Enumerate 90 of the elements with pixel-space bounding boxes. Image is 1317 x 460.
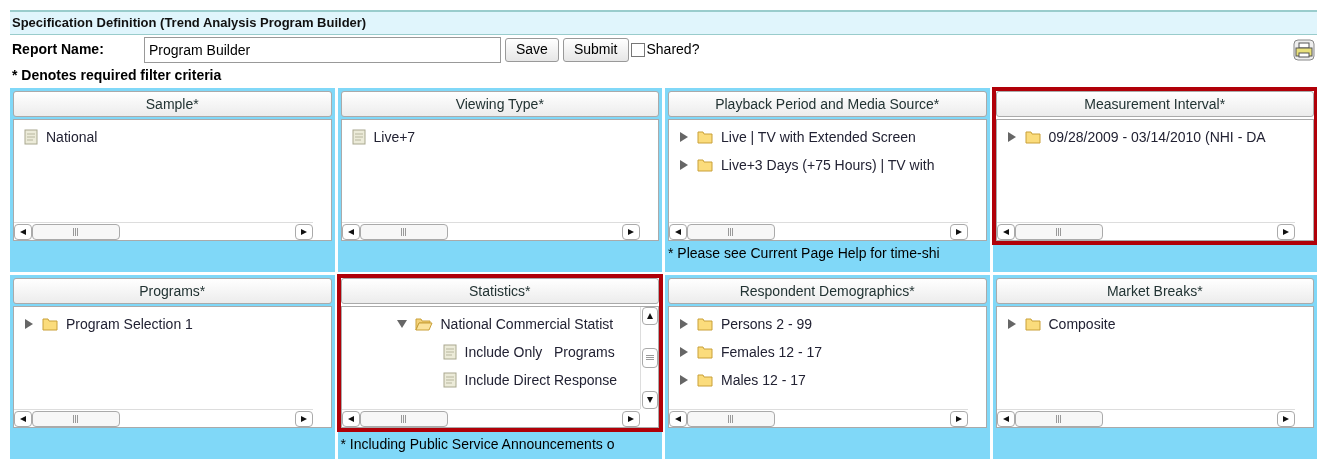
horizontal-scrollbar[interactable] [669,222,968,240]
collapsed-arrow-icon[interactable] [679,319,689,329]
collapsed-arrow-icon[interactable] [1006,132,1017,142]
tree-item[interactable]: Composite [1048,313,1116,335]
checkbox-label: Shared? [646,40,700,59]
panel-header[interactable]: Viewing Type* [340,91,659,117]
panel-note: * Including Public Service Announcements o [340,435,616,454]
grip-icon [399,414,408,423]
horizontal-scrollbar[interactable] [996,409,1295,427]
left-arrow-icon [675,415,681,422]
up-arrow-icon [646,313,653,319]
vertical-scrollbar[interactable] [640,307,658,409]
left-arrow-icon [20,415,26,422]
tree-item[interactable]: Include Direct Response [464,369,618,391]
collapsed-arrow-icon[interactable] [679,160,689,170]
collapsed-arrow-icon[interactable] [1006,319,1017,329]
left-arrow-icon [1002,228,1009,235]
panel-header[interactable]: Sample* [13,91,332,117]
action-button[interactable]: Save [505,37,559,62]
grip-icon [727,414,735,423]
document-icon [24,129,38,145]
folder-icon [697,373,713,387]
right-arrow-icon [628,228,634,235]
tree-item[interactable]: National Commercial Statist [440,313,614,335]
grip-icon [727,227,735,236]
action-button[interactable]: Submit [562,37,629,62]
horizontal-scrollbar[interactable] [341,222,640,240]
right-arrow-icon [628,415,634,422]
tree-item[interactable]: Males 12 - 17 [721,369,806,391]
field-label: Report Name: [12,40,105,59]
required-note: * Denotes required filter criteria [12,65,222,85]
horizontal-scrollbar[interactable] [996,222,1295,240]
folder-icon [697,130,713,144]
collapsed-arrow-icon[interactable] [679,132,689,142]
panel-header[interactable]: Respondent Demographics* [668,278,987,304]
tree-item[interactable]: Include Only Programs [464,341,615,363]
folder-icon [42,317,58,331]
panel-header[interactable]: Programs* [13,278,332,304]
tree-item[interactable]: 09/28/2009 - 03/14/2010 (NHI - DA [1048,126,1266,148]
panel-header[interactable]: Market Breaks* [995,278,1314,304]
horizontal-scrollbar[interactable] [14,409,313,427]
right-arrow-icon [300,415,307,422]
tree-item[interactable]: National [46,126,98,148]
folder-icon [697,345,713,359]
left-arrow-icon [347,415,354,422]
tree-item[interactable]: Program Selection 1 [66,313,193,335]
down-arrow-icon [646,397,653,403]
tree-item[interactable]: Live+7 [373,126,416,148]
open-folder-icon [414,317,433,331]
collapsed-arrow-icon[interactable] [679,347,689,357]
left-arrow-icon [675,228,681,235]
document-icon [442,344,457,360]
document-icon [442,372,457,388]
grip-icon [72,414,80,423]
collapsed-arrow-icon[interactable] [24,319,34,329]
horizontal-scrollbar[interactable] [341,409,640,427]
tree-item[interactable]: Females 12 - 17 [721,341,823,363]
grip-icon [1054,414,1063,423]
grip-icon [1054,227,1063,236]
report-name-field[interactable]: Program Builder [144,36,501,63]
right-arrow-icon [1283,415,1289,422]
expanded-arrow-icon[interactable] [396,319,407,329]
panel-note: * Please see Current Page Help for time-shi [668,244,941,263]
grip-icon [72,227,80,236]
printer-icon[interactable] [1293,38,1315,61]
horizontal-scrollbar[interactable] [14,222,313,240]
panel-header[interactable]: Measurement Interval* [995,91,1314,117]
folder-icon [697,317,713,331]
tree-item[interactable]: Live+3 Days (+75 Hours) | TV with [721,154,935,176]
horizontal-scrollbar[interactable] [669,409,968,427]
grip-icon [399,227,408,236]
collapsed-arrow-icon[interactable] [679,375,689,385]
document-icon [351,129,366,145]
tree-item[interactable]: Live | TV with Extended Screen [721,126,916,148]
right-arrow-icon [1283,228,1289,235]
right-arrow-icon [955,228,962,235]
tree-item[interactable]: Persons 2 - 99 [721,313,813,335]
folder-icon [1024,130,1041,144]
title-bar: Specification Definition (Trend Analysis Program Builder) [10,10,1317,35]
right-arrow-icon [955,415,962,422]
folder-icon [1024,317,1041,331]
folder-icon [697,158,713,172]
panel-header[interactable]: Playback Period and Media Source* [668,91,987,117]
panel-header[interactable]: Statistics* [340,278,659,304]
grip-icon [645,354,654,362]
left-arrow-icon [20,228,26,235]
left-arrow-icon [347,228,354,235]
right-arrow-icon [300,228,307,235]
left-arrow-icon [1002,415,1009,422]
shared-checkbox[interactable] [630,42,645,57]
